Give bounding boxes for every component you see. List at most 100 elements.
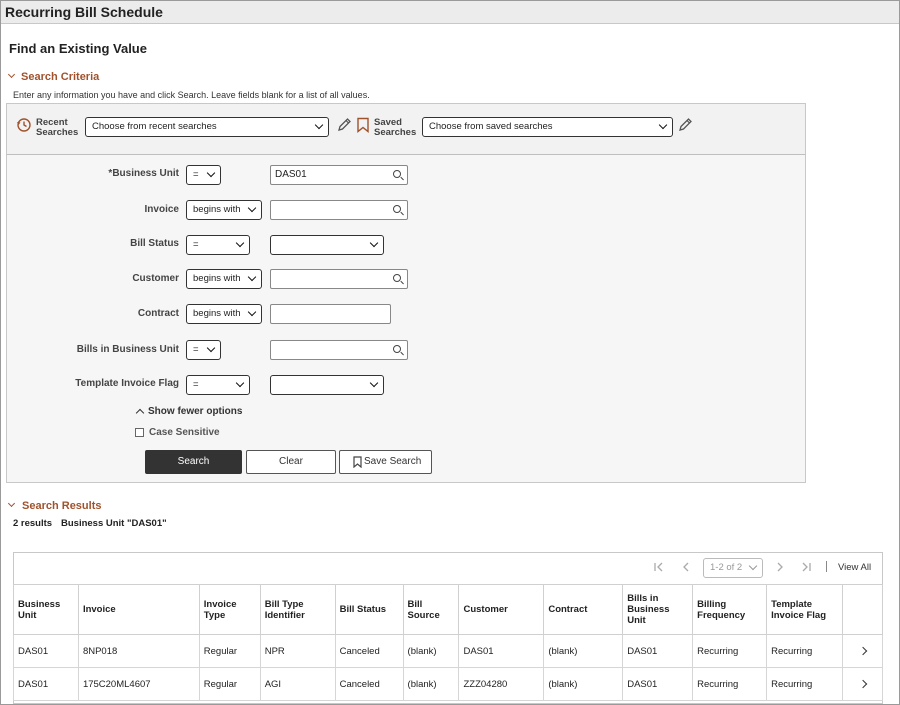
- row-chevron-cell[interactable]: [842, 667, 883, 701]
- table-cell: Regular: [198, 667, 261, 701]
- table-cell: Regular: [198, 634, 261, 668]
- chevron-right-icon[interactable]: [858, 646, 867, 655]
- table-cell: (blank): [402, 667, 460, 701]
- bill-status-operator-value: =: [193, 239, 199, 250]
- first-page-icon[interactable]: [653, 561, 665, 573]
- column-header[interactable]: Business Unit: [13, 584, 79, 635]
- template-invoice-flag-operator[interactable]: =: [186, 375, 250, 395]
- table-cell: Recurring: [766, 634, 843, 668]
- template-invoice-flag-select[interactable]: [270, 375, 384, 395]
- recent-searches-select-value: Choose from recent searches: [92, 121, 217, 132]
- invoice-input[interactable]: [270, 200, 408, 220]
- bill-status-operator[interactable]: =: [186, 235, 250, 255]
- chevron-down-icon: [247, 203, 257, 213]
- table-cell: Recurring: [766, 667, 843, 701]
- case-sensitive-label: Case Sensitive: [149, 427, 220, 438]
- column-header[interactable]: Contract: [543, 584, 624, 635]
- customer-input[interactable]: [270, 269, 408, 289]
- bill-status-select[interactable]: [270, 235, 384, 255]
- page-title: Find an Existing Value: [9, 41, 147, 56]
- column-header[interactable]: Invoice Type: [198, 584, 261, 635]
- table-header-row: Business Unit Invoice Invoice Type Bill …: [13, 584, 883, 635]
- bills-in-business-unit-label: Bills in Business Unit: [76, 344, 179, 355]
- business-unit-input-value: DAS01: [275, 169, 307, 180]
- chevron-down-icon: [235, 378, 245, 388]
- toolbar-divider: [826, 561, 827, 572]
- customer-operator[interactable]: begins with: [186, 269, 262, 289]
- edit-recent-searches-pencil-icon[interactable]: [336, 117, 352, 133]
- edit-saved-searches-pencil-icon[interactable]: [677, 117, 693, 133]
- table-cell: 8NP018: [77, 634, 200, 668]
- save-search-label: Save Search: [364, 456, 422, 467]
- next-page-icon[interactable]: [774, 561, 786, 573]
- search-icon[interactable]: [393, 345, 401, 353]
- invoice-label: Invoice: [144, 204, 179, 215]
- table-cell: NPR: [259, 634, 336, 668]
- results-filter: Business Unit "DAS01": [61, 518, 167, 529]
- chevron-down-icon: [235, 238, 245, 248]
- column-header[interactable]: Bills in Business Unit: [622, 584, 694, 635]
- search-icon[interactable]: [393, 170, 401, 178]
- title-bar: Recurring Bill Schedule: [1, 1, 899, 24]
- case-sensitive-checkbox[interactable]: [135, 428, 144, 437]
- table-cell: Canceled: [334, 634, 404, 668]
- template-invoice-flag-operator-value: =: [193, 379, 199, 390]
- column-header[interactable]: Billing Frequency: [692, 584, 768, 635]
- chevron-down-icon: [369, 238, 379, 248]
- invoice-operator[interactable]: begins with: [186, 200, 262, 220]
- bills-in-business-unit-operator[interactable]: =: [186, 340, 221, 360]
- chevron-right-icon[interactable]: [858, 679, 867, 688]
- chevron-down-icon: [748, 561, 758, 571]
- business-unit-operator-value: =: [193, 169, 199, 180]
- template-invoice-flag-label: Template Invoice Flag: [75, 378, 179, 389]
- table-row[interactable]: DAS01 175C20ML4607 Regular AGI Canceled …: [13, 667, 883, 701]
- search-icon[interactable]: [393, 274, 401, 282]
- column-header[interactable]: Customer: [458, 584, 545, 635]
- column-header[interactable]: Bill Status: [334, 584, 404, 635]
- bills-in-business-unit-input[interactable]: [270, 340, 408, 360]
- contract-operator[interactable]: begins with: [186, 304, 262, 324]
- business-unit-input[interactable]: DAS01: [270, 165, 408, 185]
- chevron-down-icon: [314, 120, 324, 130]
- column-header[interactable]: Template Invoice Flag: [766, 584, 843, 635]
- table-cell: ZZZ04280: [458, 667, 545, 701]
- table-cell: DAS01: [622, 667, 694, 701]
- previous-page-icon[interactable]: [680, 561, 692, 573]
- chevron-down-icon: [206, 168, 216, 178]
- contract-label: Contract: [137, 308, 179, 319]
- contract-input[interactable]: [270, 304, 391, 324]
- business-unit-label: *Business Unit: [108, 168, 179, 179]
- chevron-down-icon: [658, 120, 668, 130]
- customer-label: Customer: [132, 273, 179, 284]
- contract-operator-value: begins with: [193, 308, 241, 319]
- search-button[interactable]: Search: [145, 450, 242, 474]
- table-cell: DAS01: [458, 634, 545, 668]
- table-row[interactable]: DAS01 8NP018 Regular NPR Canceled (blank…: [13, 634, 883, 668]
- save-search-button[interactable]: Save Search: [339, 450, 432, 474]
- chevron-down-icon: [206, 343, 216, 353]
- recent-searches-select[interactable]: Choose from recent searches: [85, 117, 329, 137]
- search-icon[interactable]: [393, 205, 401, 213]
- results-table: Business Unit Invoice Invoice Type Bill …: [13, 584, 883, 701]
- column-header[interactable]: Bill Source: [402, 584, 460, 635]
- chevron-down-icon: [247, 272, 257, 282]
- saved-searches-select[interactable]: Choose from saved searches: [422, 117, 673, 137]
- row-chevron-cell[interactable]: [842, 634, 883, 668]
- column-header-empty: [842, 584, 883, 635]
- table-cell: 175C20ML4607: [77, 667, 200, 701]
- search-criteria-panel: [6, 103, 806, 483]
- column-header[interactable]: Invoice: [77, 584, 200, 635]
- clear-button[interactable]: Clear: [246, 450, 336, 474]
- table-cell: AGI: [259, 667, 336, 701]
- saved-searches-label: Saved Searches: [374, 118, 416, 138]
- page-range-value: 1-2 of 2: [710, 562, 743, 573]
- bookmark-icon: [353, 456, 362, 468]
- view-all-link[interactable]: View All: [838, 562, 871, 573]
- chevron-down-icon: [369, 378, 379, 388]
- table-cell: (blank): [543, 667, 624, 701]
- search-results-heading: Search Results: [22, 500, 102, 512]
- page-range-select[interactable]: 1-2 of 2: [703, 558, 763, 578]
- column-header[interactable]: Bill Type Identifier: [259, 584, 336, 635]
- business-unit-operator[interactable]: =: [186, 165, 221, 185]
- last-page-icon[interactable]: [800, 561, 812, 573]
